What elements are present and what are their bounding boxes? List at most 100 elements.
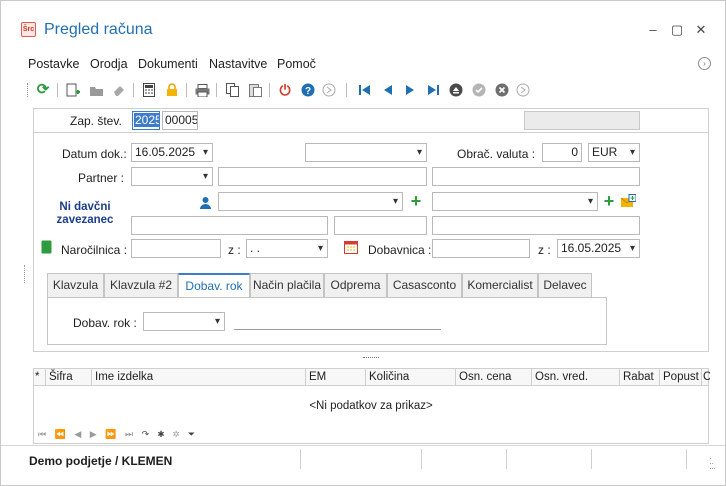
tab-delavec[interactable]: Delavec — [538, 273, 592, 298]
open-folder-icon[interactable] — [88, 82, 104, 98]
tab-klavzula-2[interactable]: Klavzula #2 — [104, 273, 178, 298]
toolbar-separator — [133, 83, 134, 97]
menu-orodja[interactable]: Orodja — [90, 57, 128, 71]
order-icon — [38, 239, 54, 255]
column-popust[interactable]: Popust — [660, 369, 702, 385]
panel-splitter[interactable] — [363, 357, 379, 360]
last-record-icon[interactable] — [425, 82, 441, 98]
mail-icon[interactable] — [620, 193, 636, 209]
new-document-icon[interactable] — [65, 82, 81, 98]
confirm-icon[interactable] — [471, 82, 487, 98]
previous-record-icon[interactable] — [379, 82, 395, 98]
power-icon[interactable]: ⏻ — [277, 82, 293, 98]
currency-dropdown[interactable]: EUR — [588, 143, 640, 162]
tab-odprema[interactable]: Odprema — [324, 273, 387, 298]
grid-prev-page-icon[interactable]: ⏪ — [55, 429, 69, 439]
address-line-input[interactable] — [131, 216, 328, 235]
document-type-dropdown[interactable] — [305, 143, 427, 162]
paste-icon[interactable] — [247, 82, 263, 98]
toolbar-separator — [269, 83, 270, 97]
grid-next-icon[interactable]: ▶ — [90, 429, 100, 439]
city-input[interactable] — [432, 216, 640, 235]
menu-nastavitve[interactable]: Nastavitve — [209, 57, 267, 71]
narocilnica-label: Naročilnica : — [61, 243, 128, 257]
first-record-icon[interactable] — [356, 82, 372, 98]
menu-bar: Postavke Orodja Dokumenti Nastavitve Pom… — [1, 53, 725, 75]
partner-dropdown[interactable] — [131, 167, 213, 186]
postal-code-input[interactable] — [334, 216, 427, 235]
column-osn-vred[interactable]: Osn. vred. — [532, 369, 620, 385]
grid-undo-icon[interactable]: ↷ — [142, 429, 153, 439]
app-icon: Šrc — [21, 22, 36, 37]
status-separator — [300, 449, 301, 469]
dobavnica-input[interactable] — [432, 239, 530, 258]
close-button[interactable]: ✕ — [693, 22, 709, 38]
grid-next-page-icon[interactable]: ⏩ — [105, 429, 119, 439]
maximize-button[interactable]: ▢ — [669, 22, 685, 38]
resize-grip-icon[interactable]: · ·· ··· — [709, 454, 716, 473]
menu-postavke[interactable]: Postavke — [28, 57, 79, 71]
zap-stev-year-input[interactable]: 2025 — [132, 111, 160, 130]
grid-prev-icon[interactable]: ◀ — [74, 429, 84, 439]
contact-dropdown[interactable] — [218, 192, 403, 211]
column-sifra[interactable]: Šifra — [46, 369, 92, 385]
add-address-icon[interactable]: + — [601, 192, 617, 210]
column-kolicina[interactable]: Količina — [366, 369, 456, 385]
zap-stev-number-input[interactable]: 00005 — [162, 111, 198, 130]
partner-extra-input[interactable] — [432, 167, 640, 186]
valuta-amount-input[interactable]: 0 — [542, 143, 582, 162]
forward-circle-icon[interactable] — [515, 82, 531, 98]
status-separator — [591, 449, 592, 469]
datum-dropdown[interactable]: 16.05.2025 — [131, 143, 213, 162]
person-icon[interactable] — [197, 194, 213, 210]
tab-komercialist[interactable]: Komercialist — [462, 273, 538, 298]
grid-filter-icon[interactable]: ⏷ — [188, 429, 198, 439]
tab-nacin-placila[interactable]: Način plačila — [250, 273, 324, 298]
window-title: Pregled računa — [44, 21, 153, 38]
grid-asterisk-alt-icon[interactable]: ✲ — [173, 429, 183, 439]
tab-klavzula[interactable]: Klavzula — [47, 273, 104, 298]
column-em[interactable]: EM — [306, 369, 366, 385]
tab-casasconto[interactable]: Casasconto — [387, 273, 462, 298]
menu-dokumenti[interactable]: Dokumenti — [138, 57, 198, 71]
column-c[interactable]: C — [702, 369, 710, 385]
dobavnica-z-label: z : — [538, 243, 551, 257]
eject-icon[interactable] — [448, 82, 464, 98]
column-rabat[interactable]: Rabat — [620, 369, 660, 385]
delivery-address-dropdown[interactable] — [432, 192, 598, 211]
toolbar-grip — [27, 83, 29, 97]
side-splitter[interactable] — [24, 265, 26, 283]
zap-stev-year-value: 2025 — [134, 113, 159, 127]
narocilnica-date-dropdown[interactable]: . . — [246, 239, 328, 258]
calculator-icon[interactable] — [141, 82, 157, 98]
help-icon[interactable]: ? — [300, 82, 316, 98]
cancel-icon[interactable] — [494, 82, 510, 98]
toolbar-separator — [57, 83, 58, 97]
minimize-button[interactable]: – — [645, 22, 661, 37]
dobavnica-date-dropdown[interactable]: 16.05.2025 — [557, 239, 640, 258]
partner-name-input[interactable] — [218, 167, 427, 186]
lock-icon[interactable] — [164, 82, 180, 98]
copy-icon[interactable] — [224, 82, 240, 98]
print-icon[interactable] — [194, 82, 210, 98]
add-contact-icon[interactable]: + — [408, 192, 424, 210]
grid-asterisk-icon[interactable]: ✱ — [158, 429, 168, 439]
forward-circle-icon[interactable] — [321, 82, 337, 98]
column-star[interactable]: * — [34, 369, 46, 385]
status-bar: Demo podjetje / KLEMEN · ·· ··· — [1, 445, 725, 485]
status-separator — [421, 449, 422, 469]
refresh-icon[interactable]: ⟳ — [35, 82, 51, 98]
menu-pomoc[interactable]: Pomoč — [277, 57, 316, 71]
tab-dobav-rok[interactable]: Dobav. rok — [178, 273, 250, 299]
grid-last-icon[interactable]: ⏭ — [125, 429, 136, 439]
dobav-rok-label: Dobav. rok : — [73, 316, 137, 330]
eraser-icon[interactable] — [111, 82, 127, 98]
next-record-icon[interactable] — [402, 82, 418, 98]
menu-collapse-icon[interactable]: › — [698, 57, 711, 70]
column-ime-izdelka[interactable]: Ime izdelka — [92, 369, 306, 385]
column-osn-cena[interactable]: Osn. cena — [456, 369, 532, 385]
grid-first-icon[interactable]: ⏮ — [38, 429, 49, 439]
dobav-rok-dropdown[interactable] — [143, 312, 225, 331]
narocilnica-input[interactable] — [131, 239, 221, 258]
dobav-rok-text-line[interactable] — [234, 329, 441, 330]
